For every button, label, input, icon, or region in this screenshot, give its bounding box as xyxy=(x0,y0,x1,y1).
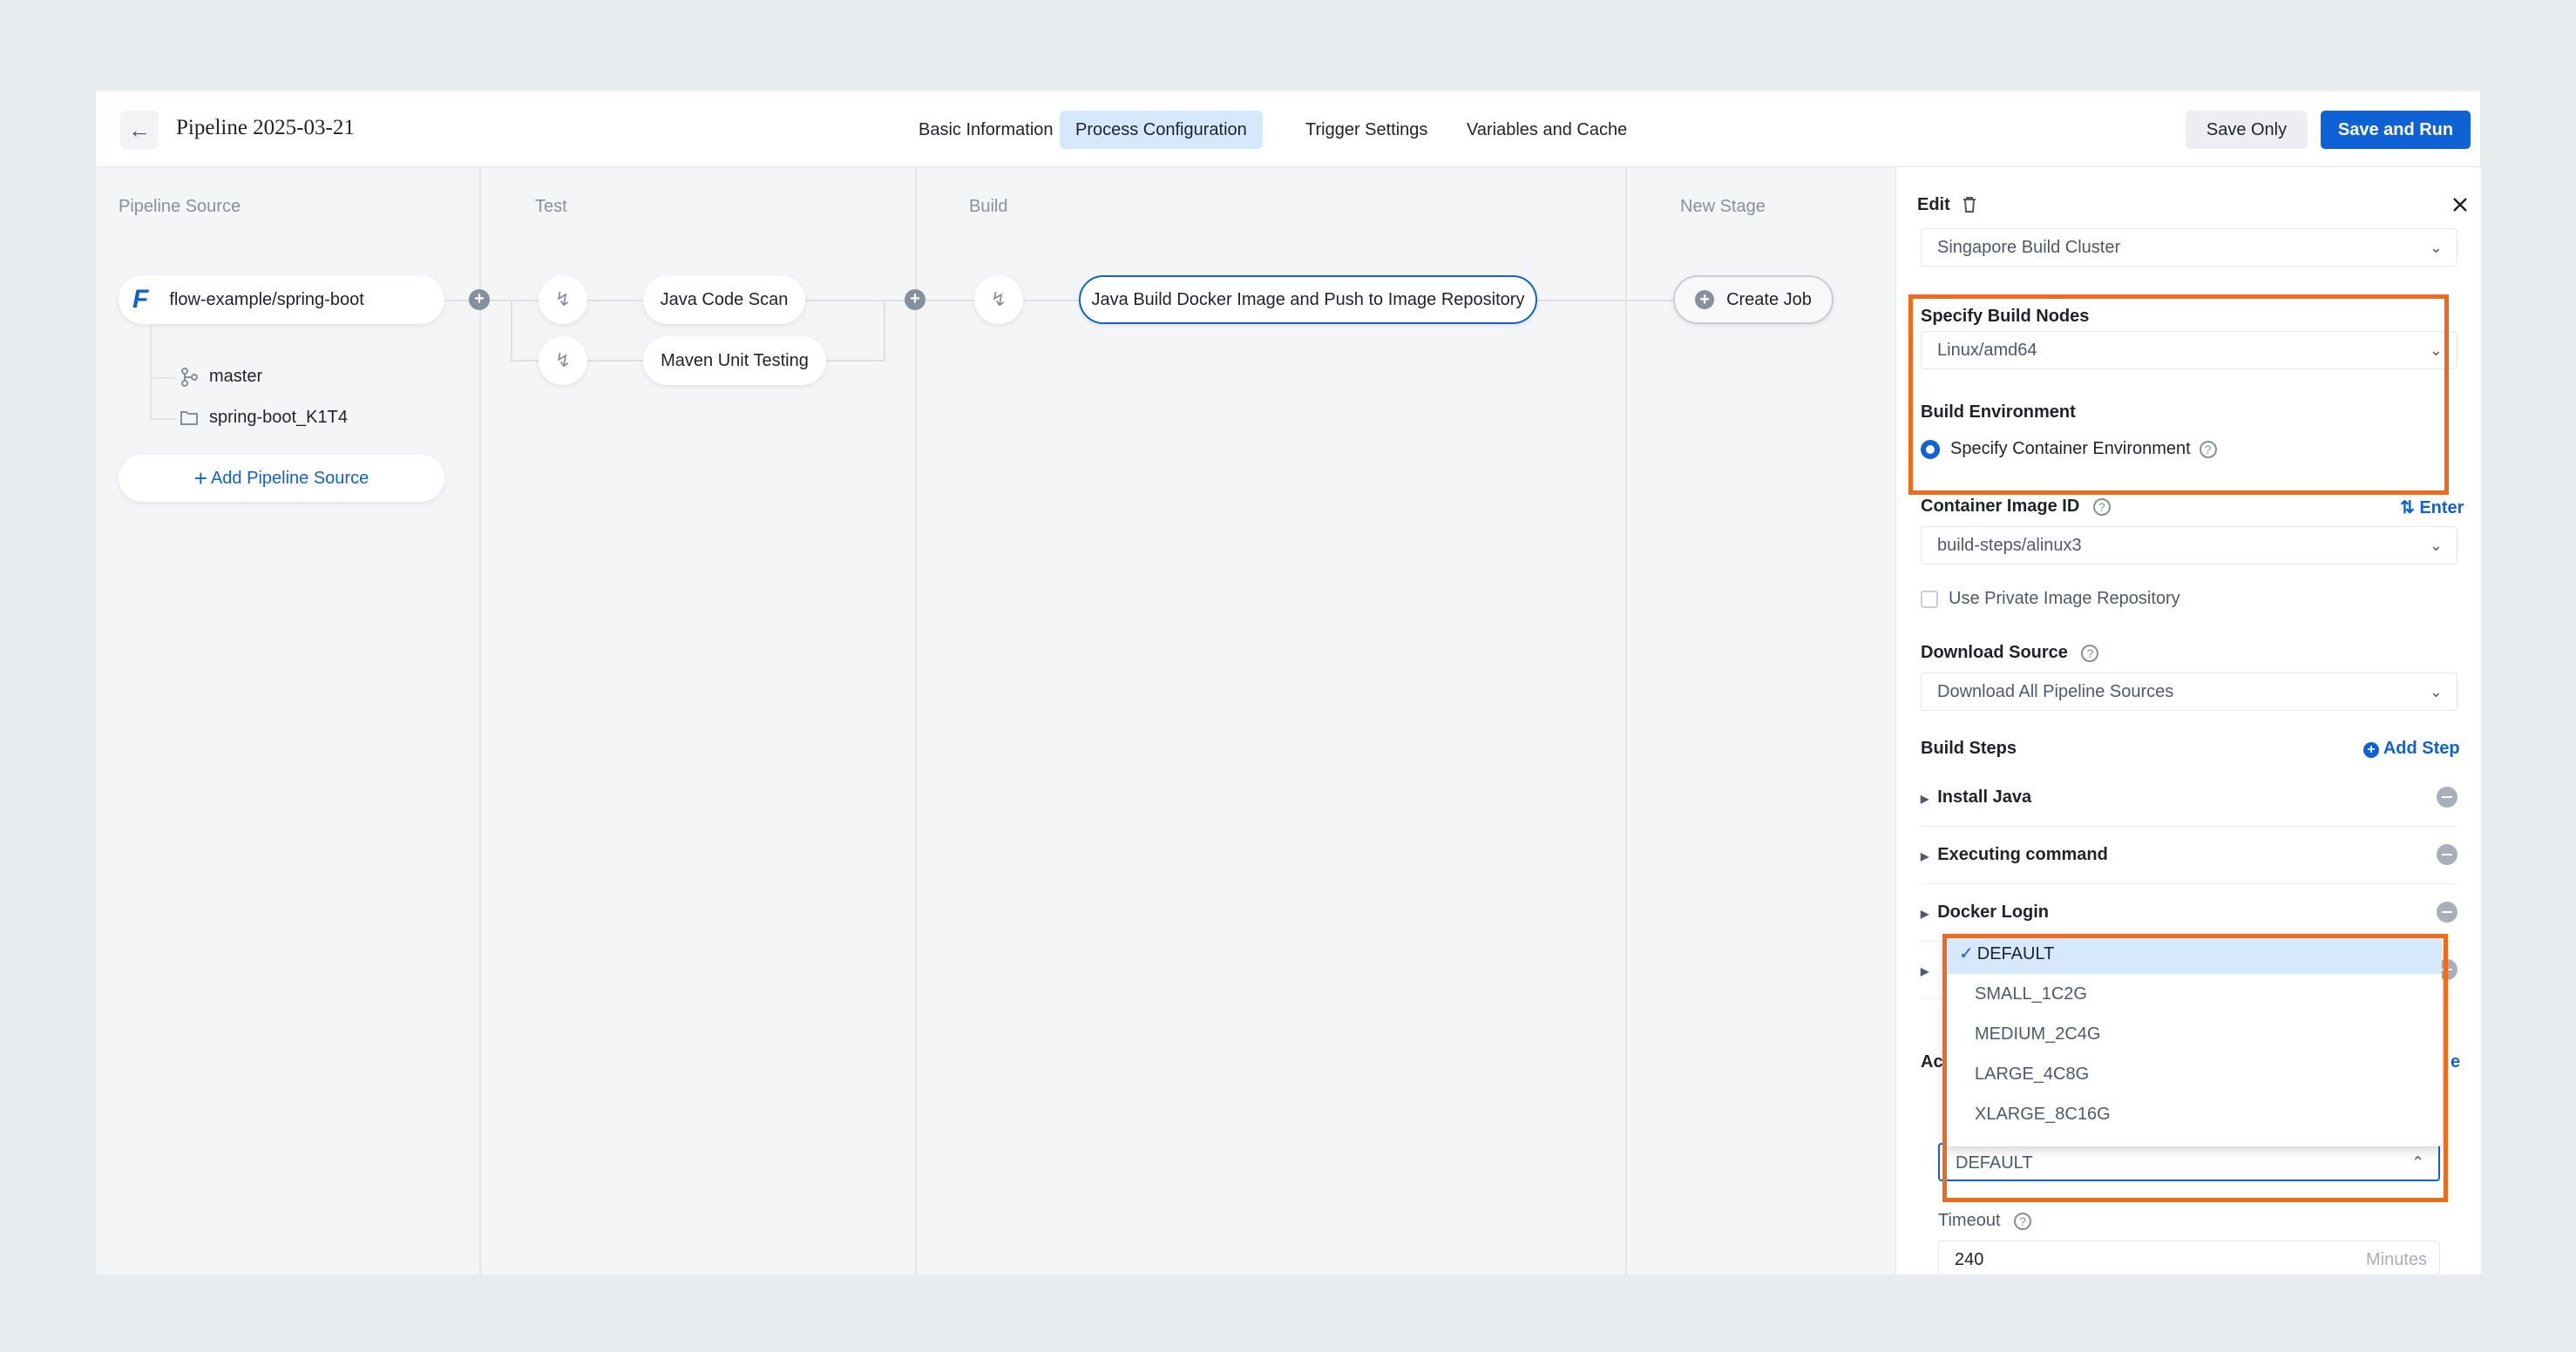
tab-variables-and-cache[interactable]: Variables and Cache xyxy=(1451,111,1643,149)
chevron-down-icon: ⌄ xyxy=(2429,537,2443,554)
save-and-run-button[interactable]: Save and Run xyxy=(2321,111,2471,149)
remove-step-icon[interactable] xyxy=(2437,844,2457,865)
private-repo-label: Use Private Image Repository xyxy=(1949,589,2180,608)
chevron-down-icon: ⌄ xyxy=(2429,239,2443,256)
add-step-button[interactable]: + Add Step xyxy=(2363,739,2460,759)
swap-icon: ⇅ xyxy=(2400,498,2415,517)
link-partial[interactable]: e xyxy=(2451,1052,2460,1072)
folder-name: spring-boot_K1T4 xyxy=(209,408,348,427)
flow-logo-icon: F xyxy=(132,285,149,314)
build-steps-label: Build Steps xyxy=(1921,739,2017,758)
tree-line xyxy=(150,326,152,418)
help-icon[interactable]: ? xyxy=(2092,497,2111,516)
caret-right-icon: ▶ xyxy=(1921,793,1929,805)
checkbox-icon xyxy=(1921,590,1938,608)
parallel-connector xyxy=(884,300,885,361)
column-title-build: Build xyxy=(969,197,1008,216)
highlight-box-build-nodes xyxy=(1908,294,2449,495)
add-step-label: Add Step xyxy=(2383,739,2460,758)
column-title-source: Pipeline Source xyxy=(119,197,241,216)
pipeline-canvas: Pipeline Source Test Build New Stage F f… xyxy=(96,167,1895,1274)
container-image-value: build-steps/alinux3 xyxy=(1937,536,2082,555)
download-source-row: Download Source ? xyxy=(1921,643,2099,663)
step-docker-login[interactable]: ▶ Docker Login xyxy=(1921,883,2457,942)
remove-step-icon[interactable] xyxy=(2437,902,2457,923)
panel-header: Edit xyxy=(1917,195,1950,214)
enter-link[interactable]: ⇅ Enter xyxy=(2400,497,2464,518)
parallel-connector xyxy=(511,300,512,361)
add-stage-plus-icon[interactable]: + xyxy=(469,289,490,310)
help-icon[interactable]: ? xyxy=(2014,1212,2032,1230)
tree-line xyxy=(150,418,176,420)
job-java-code-scan[interactable]: Java Code Scan xyxy=(643,275,805,324)
chevron-down-icon: ⌄ xyxy=(2429,683,2443,700)
column-divider xyxy=(915,167,917,1274)
folder-icon xyxy=(180,410,198,425)
tab-trigger-settings[interactable]: Trigger Settings xyxy=(1290,111,1443,149)
branch-icon xyxy=(181,367,198,387)
plus-circle-icon: + xyxy=(2363,742,2379,758)
timeout-value: 240 xyxy=(1955,1250,1984,1269)
caret-right-icon: ▶ xyxy=(1921,908,1929,920)
timeout-row: Timeout ? xyxy=(1938,1211,2032,1231)
tab-process-configuration[interactable]: Process Configuration xyxy=(1060,111,1263,149)
column-divider xyxy=(479,167,481,1274)
highlight-box-spec-dropdown xyxy=(1942,934,2448,1202)
column-title-test: Test xyxy=(535,197,567,216)
close-icon[interactable] xyxy=(2452,197,2468,213)
download-source-label: Download Source xyxy=(1921,643,2068,662)
container-image-select[interactable]: build-steps/alinux3 ⌄ xyxy=(1921,526,2457,564)
save-only-button[interactable]: Save Only xyxy=(2186,111,2308,149)
step-label: Docker Login xyxy=(1937,902,2050,922)
caret-right-icon: ▶ xyxy=(1921,965,1929,977)
cluster-value: Singapore Build Cluster xyxy=(1937,238,2121,257)
column-divider xyxy=(1625,167,1627,1274)
timeout-unit: Minutes xyxy=(2365,1250,2427,1269)
back-arrow-icon[interactable]: ← xyxy=(120,111,159,149)
create-job-button[interactable]: + Create Job xyxy=(1673,275,1834,324)
trash-icon[interactable] xyxy=(1961,195,1978,214)
container-image-id-row: Container Image ID ? xyxy=(1921,497,2111,517)
plus-circle-icon: + xyxy=(1695,290,1715,309)
advanced-label-partial: Ac xyxy=(1921,1052,1943,1071)
timeout-label: Timeout xyxy=(1938,1211,2001,1230)
container-image-id-label: Container Image ID xyxy=(1921,497,2080,516)
step-label: Install Java xyxy=(1937,788,2032,807)
job-java-build-docker[interactable]: Java Build Docker Image and Push to Imag… xyxy=(1079,275,1537,324)
create-job-label: Create Job xyxy=(1726,289,1812,309)
enter-link-label: Enter xyxy=(2419,498,2464,517)
add-pipeline-source-button[interactable]: + Add Pipeline Source xyxy=(119,455,444,502)
source-repo-card[interactable]: F flow-example/spring-boot xyxy=(119,275,444,324)
add-pipeline-source-label: Add Pipeline Source xyxy=(210,468,369,488)
download-source-value: Download All Pipeline Sources xyxy=(1937,682,2174,701)
download-source-select[interactable]: Download All Pipeline Sources ⌄ xyxy=(1921,673,2457,711)
step-install-java[interactable]: ▶ Install Java xyxy=(1921,768,2457,827)
column-title-new-stage: New Stage xyxy=(1680,197,1766,216)
step-executing-command[interactable]: ▶ Executing command xyxy=(1921,826,2457,884)
add-stage-plus-icon[interactable]: + xyxy=(905,289,925,310)
private-repo-checkbox[interactable]: Use Private Image Repository xyxy=(1921,589,2180,609)
folder-row: spring-boot_K1T4 xyxy=(180,408,348,428)
top-bar: ← Pipeline 2025-03-21 Basic Information … xyxy=(96,91,2480,167)
tree-line xyxy=(150,377,176,379)
timeout-input[interactable]: 240 Minutes xyxy=(1938,1240,2440,1274)
page-title: Pipeline 2025-03-21 xyxy=(176,116,355,139)
tab-basic-information[interactable]: Basic Information xyxy=(903,111,1069,149)
job-maven-unit-testing[interactable]: Maven Unit Testing xyxy=(643,336,826,385)
cluster-select[interactable]: Singapore Build Cluster ⌄ xyxy=(1921,228,2457,267)
plus-icon: + xyxy=(193,464,207,491)
lightning-icon[interactable]: ↯ xyxy=(539,336,587,385)
lightning-icon[interactable]: ↯ xyxy=(974,275,1023,324)
source-repo-name: flow-example/spring-boot xyxy=(169,289,364,309)
step-label: Executing command xyxy=(1937,845,2108,864)
branch-row: master xyxy=(180,367,262,387)
branch-name: master xyxy=(209,367,263,386)
help-icon[interactable]: ? xyxy=(2081,644,2099,662)
remove-step-icon[interactable] xyxy=(2437,787,2457,808)
lightning-icon[interactable]: ↯ xyxy=(539,275,587,324)
caret-right-icon: ▶ xyxy=(1921,850,1929,862)
